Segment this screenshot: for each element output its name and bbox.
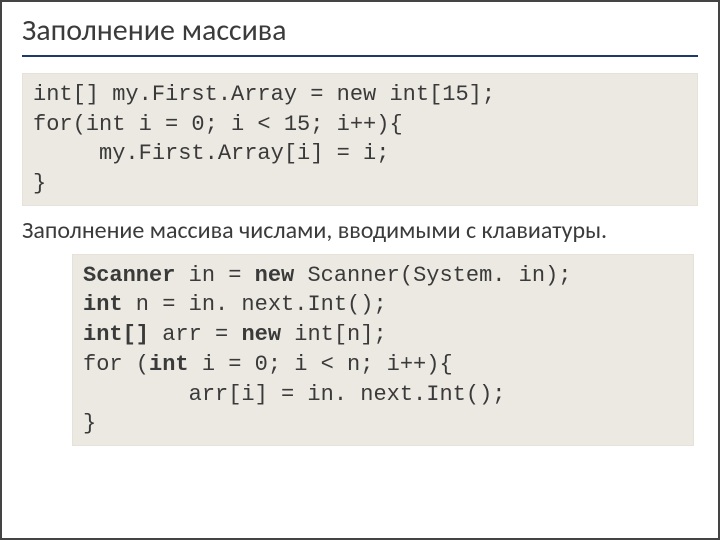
kw-scanner: Scanner bbox=[83, 263, 175, 288]
code1-line1: int[] my.First.Array = new int[15]; bbox=[33, 82, 495, 107]
code2-l1a: in = bbox=[175, 263, 254, 288]
title-wrap: Заполнение массива bbox=[2, 2, 718, 61]
kw-new: new bbox=[255, 263, 295, 288]
code1-line4: } bbox=[33, 171, 46, 196]
code-block-2: Scanner in = new Scanner(System. in); in… bbox=[72, 254, 694, 446]
code2-l3a: arr = bbox=[149, 322, 241, 347]
code-block-1: int[] my.First.Array = new int[15]; for(… bbox=[22, 73, 698, 206]
code2-l6: } bbox=[83, 411, 96, 436]
body-text: Заполнение массива числами, вводимыми с … bbox=[22, 216, 698, 246]
kw-int: int bbox=[83, 292, 123, 317]
kw-new2: new bbox=[241, 322, 281, 347]
code2-l4b: i = 0; i < n; i++){ bbox=[189, 352, 453, 377]
code2-l3b: int[n]; bbox=[281, 322, 387, 347]
code1-line3: my.First.Array[i] = i; bbox=[33, 141, 389, 166]
kw-int2: int bbox=[149, 352, 189, 377]
kw-intarr: int[] bbox=[83, 322, 149, 347]
slide-title: Заполнение массива bbox=[22, 12, 698, 57]
code2-l4a: for ( bbox=[83, 352, 149, 377]
code2-l1b: Scanner(System. in); bbox=[294, 263, 571, 288]
code1-line2: for(int i = 0; i < 15; i++){ bbox=[33, 112, 403, 137]
code2-l5: arr[i] = in. next.Int(); bbox=[83, 382, 505, 407]
slide-content: int[] my.First.Array = new int[15]; for(… bbox=[2, 61, 718, 446]
slide: Заполнение массива int[] my.First.Array … bbox=[0, 0, 720, 540]
code2-l2: n = in. next.Int(); bbox=[123, 292, 387, 317]
